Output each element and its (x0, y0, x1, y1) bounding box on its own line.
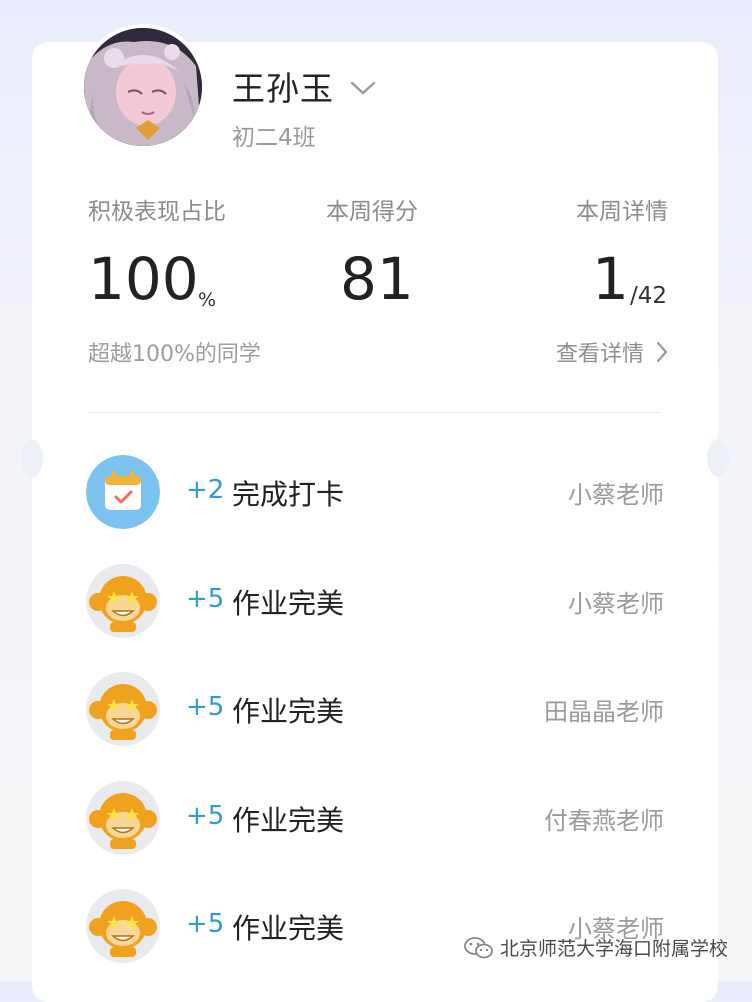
card-notch-left (21, 439, 43, 477)
record-teacher: 田晶晶老师 (544, 698, 664, 726)
record-reason: 作业完美 (232, 695, 345, 728)
avatar[interactable] (80, 24, 206, 150)
active-ratio-unit: % (198, 289, 217, 311)
view-details-label: 查看详情 (555, 342, 644, 367)
record-points: +5 (186, 584, 225, 614)
card-notch-right (707, 439, 729, 477)
record-row[interactable]: +5 作业完美 田晶晶老师 (82, 670, 672, 750)
stats-divider (88, 412, 662, 413)
record-teacher: 付春燕老师 (544, 807, 664, 835)
wechat-icon (464, 936, 493, 958)
calendar-check-icon (86, 455, 160, 529)
record-reason: 完成打卡 (232, 478, 345, 511)
active-ratio-label: 积极表现占比 (88, 199, 226, 225)
record-row[interactable]: +5 作业完美 付春燕老师 (82, 779, 672, 859)
active-ratio-sub: 超越100%的同学 (88, 342, 261, 367)
weekly-score-value: 81 (340, 245, 414, 313)
weekly-rank-value: 1 (592, 245, 629, 313)
chevron-right-icon (656, 341, 668, 363)
record-points: +5 (186, 692, 225, 722)
record-teacher: 小蔡老师 (568, 590, 664, 618)
student-name: 王孙玉 (232, 69, 334, 108)
record-row[interactable]: +2 完成打卡 小蔡老师 (82, 453, 672, 533)
record-points: +5 (186, 909, 225, 939)
monkey-star-eyes-icon (86, 564, 160, 638)
record-points: +5 (186, 801, 225, 831)
record-teacher: 小蔡老师 (568, 481, 664, 509)
weekly-rank-total: /42 (630, 283, 668, 309)
monkey-star-eyes-icon (86, 889, 160, 963)
view-details-link[interactable]: 查看详情 (556, 336, 670, 368)
weekly-score-label: 本周得分 (326, 199, 418, 225)
record-points: +2 (186, 475, 225, 505)
weekly-detail-label: 本周详情 (576, 199, 668, 225)
student-class: 初二4班 (232, 125, 316, 151)
record-reason: 作业完美 (232, 587, 345, 620)
monkey-star-eyes-icon (86, 672, 160, 746)
monkey-star-eyes-icon (86, 781, 160, 855)
watermark: 北京师范大学海口附属学校 (464, 934, 728, 961)
chevron-down-icon[interactable] (350, 80, 376, 96)
active-ratio-value: 100 (88, 245, 199, 313)
record-reason: 作业完美 (232, 804, 345, 837)
profile-name-row[interactable]: 王孙玉 (232, 62, 376, 110)
avatar-illustration (84, 28, 202, 146)
record-reason: 作业完美 (232, 912, 345, 945)
watermark-text: 北京师范大学海口附属学校 (499, 938, 728, 960)
record-row[interactable]: +5 作业完美 小蔡老师 (82, 562, 672, 642)
